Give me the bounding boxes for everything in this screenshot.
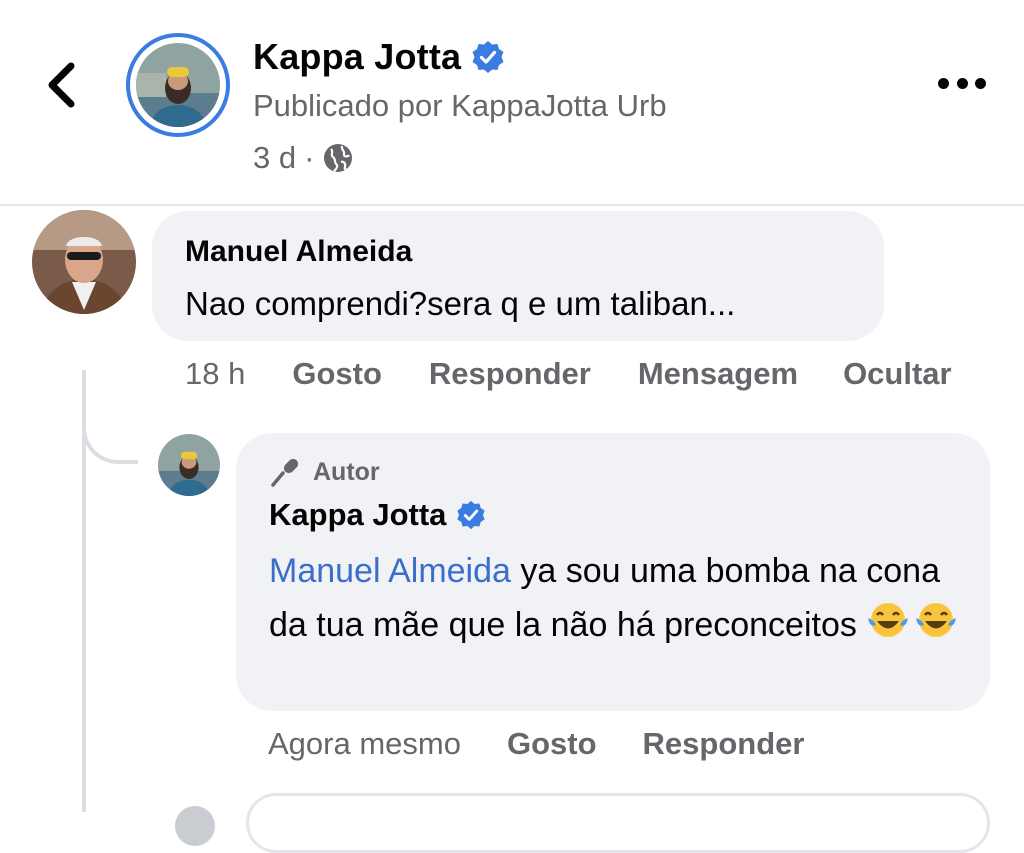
- comment-author-name[interactable]: Manuel Almeida: [185, 235, 412, 269]
- page-avatar: [136, 43, 220, 127]
- tears-of-joy-emoji-icon: [916, 603, 957, 637]
- comment-author-avatar[interactable]: [32, 210, 136, 314]
- reply-reply-button[interactable]: Responder: [643, 726, 805, 762]
- more-options-button[interactable]: [938, 78, 986, 92]
- reply-button[interactable]: Responder: [429, 356, 591, 392]
- reply-author-avatar[interactable]: [158, 434, 220, 496]
- reply-bubble: Autor Kappa Jotta Manuel Almeida ya sou …: [236, 433, 990, 711]
- like-button[interactable]: Gosto: [292, 356, 382, 392]
- reply-author-name[interactable]: Kappa Jotta: [269, 497, 446, 533]
- comment-actions: 18 h Gosto Responder Mensagem Ocultar: [185, 356, 952, 392]
- post-header: Kappa Jotta Publicado por KappaJotta Urb…: [0, 0, 1024, 205]
- next-comment-avatar[interactable]: [175, 806, 215, 846]
- microphone-icon: [271, 458, 299, 487]
- thread-connector: [82, 380, 138, 464]
- reply-text: Manuel Almeida ya sou uma bomba na cona …: [269, 545, 979, 652]
- author-badge: Autor: [269, 455, 380, 489]
- chevron-left-icon: [48, 62, 75, 108]
- comment-bubble: Manuel Almeida Nao comprendi?sera q e um…: [152, 211, 884, 341]
- globe-icon: [324, 144, 353, 172]
- reply-input-box[interactable]: [246, 793, 990, 853]
- mention-link[interactable]: Manuel Almeida: [269, 552, 511, 590]
- published-by: Publicado por KappaJotta Urb: [253, 88, 667, 123]
- post-time[interactable]: 3 d: [253, 140, 296, 176]
- author-badge-label: Autor: [313, 457, 380, 486]
- meta-separator: ·: [304, 140, 315, 175]
- verified-badge-icon: [457, 500, 486, 530]
- reply-actions: Agora mesmo Gosto Responder: [268, 726, 804, 762]
- back-button[interactable]: [38, 58, 88, 112]
- verified-badge-icon: [472, 41, 504, 73]
- comment-time[interactable]: 18 h: [185, 356, 245, 392]
- more-dot-icon: [938, 78, 949, 89]
- page-avatar-story-ring[interactable]: [126, 33, 230, 137]
- message-button[interactable]: Mensagem: [638, 356, 798, 392]
- comment-text: Nao comprendi?sera q e um taliban...: [185, 285, 736, 322]
- more-dot-icon: [975, 78, 986, 89]
- reply-time[interactable]: Agora mesmo: [268, 726, 461, 762]
- header-divider: [0, 204, 1024, 206]
- reply-like-button[interactable]: Gosto: [507, 726, 597, 762]
- tears-of-joy-emoji-icon: [868, 603, 909, 637]
- post-meta: 3 d ·: [253, 140, 354, 176]
- hide-button[interactable]: Ocultar: [843, 356, 952, 392]
- page-name[interactable]: Kappa Jotta: [253, 36, 461, 78]
- more-dot-icon: [956, 78, 968, 89]
